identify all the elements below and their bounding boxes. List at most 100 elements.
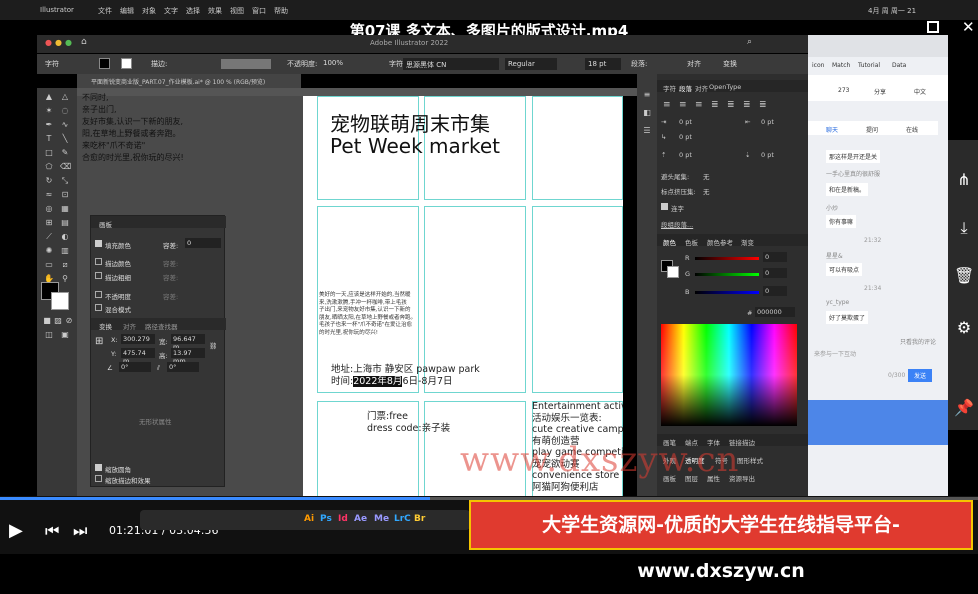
language-button[interactable]: 中文: [914, 87, 926, 96]
dresscode-text[interactable]: dress code:亲子装: [367, 420, 450, 434]
artboard-tool-icon[interactable]: ▭: [44, 260, 54, 270]
eraser-tool-icon[interactable]: ⌫: [60, 162, 71, 172]
gradient-tool-icon[interactable]: ▤: [60, 218, 70, 228]
download-icon[interactable]: ⤓: [954, 218, 974, 238]
promo-banner[interactable]: [808, 400, 948, 445]
tolerance-input[interactable]: 0: [185, 238, 221, 248]
tab-swatches[interactable]: 色板: [685, 237, 698, 247]
libraries-panel-icon[interactable]: ☰: [642, 126, 652, 136]
scale-tool-icon[interactable]: ⤡: [60, 176, 70, 186]
illustrator-dock-icon[interactable]: Ai: [304, 514, 314, 524]
properties-panel-icon[interactable]: ≡: [642, 90, 652, 100]
paintbrush-tool-icon[interactable]: ✎: [60, 148, 70, 158]
perspective-grid-icon[interactable]: ▦: [60, 204, 70, 214]
share-button[interactable]: 分享: [874, 87, 886, 96]
symbol-sprayer-icon[interactable]: ✺: [44, 246, 54, 256]
y-input[interactable]: 475.74 m: [121, 348, 155, 365]
curvature-tool-icon[interactable]: ∿: [60, 120, 70, 130]
search-icon[interactable]: ⌕: [747, 37, 752, 47]
intro-paragraph[interactable]: 美好的一天,应该是这样开始的,当然暖 来,洗漱漱腾,手冲一杯咖啡,带上毛孩 子出…: [319, 292, 459, 337]
tab-color-guide[interactable]: 颜色参考: [707, 237, 733, 247]
time-text[interactable]: 时间:2022年8月6日-8月7日: [331, 373, 453, 387]
shear-input[interactable]: 0°: [167, 362, 199, 372]
justify-right-icon[interactable]: ≣: [743, 100, 751, 110]
screen-mode-icon[interactable]: ▣: [60, 330, 70, 340]
pasteboard-text[interactable]: 不同时, 亲子出门, 友好市集,认识一下新的朋友, 阳,在草地上野餐或者奔跑。 …: [82, 92, 184, 164]
font-style-select[interactable]: Regular: [505, 58, 557, 70]
first-line-indent-input[interactable]: 0 pt: [679, 133, 692, 141]
browser-tab-match[interactable]: Match: [832, 62, 850, 69]
blend-tool-icon[interactable]: ◐: [60, 232, 70, 242]
stroke-width-checkbox[interactable]: [95, 272, 102, 279]
lasso-icon[interactable]: ◌: [60, 106, 70, 116]
lightroom-dock-icon[interactable]: LrC: [394, 514, 411, 524]
r-slider[interactable]: [695, 257, 759, 260]
tab-transform[interactable]: 变换: [99, 321, 112, 331]
draw-mode-icon[interactable]: ◫: [44, 330, 54, 340]
apple-menu-app[interactable]: Illustrator: [40, 6, 74, 14]
transform-link[interactable]: 变换: [723, 59, 737, 69]
previous-icon[interactable]: ⏮: [45, 521, 59, 541]
gradient-mode-icon[interactable]: ▨: [53, 316, 63, 326]
align-right-icon[interactable]: ≡: [695, 100, 703, 110]
aftereffects-dock-icon[interactable]: Ae: [354, 514, 367, 524]
play-icon[interactable]: ▶: [9, 520, 23, 541]
tab-align[interactable]: 对齐: [123, 321, 136, 331]
menu-file[interactable]: 文件: [98, 6, 112, 16]
font-size-input[interactable]: 18 pt: [585, 58, 621, 70]
title-cn[interactable]: 宠物联萌周末市集: [330, 108, 490, 137]
shaper-tool-icon[interactable]: ⬠: [44, 162, 54, 172]
shape-builder-icon[interactable]: ◎: [44, 204, 54, 214]
pen-tool-icon[interactable]: ✒: [44, 120, 54, 130]
paragraph-more-link[interactable]: 段组段落...: [661, 219, 693, 229]
stroke-color-box[interactable]: [51, 292, 69, 310]
browser-tab-icon[interactable]: icon: [812, 62, 824, 69]
menu-select[interactable]: 选择: [186, 6, 200, 16]
rotate-tool-icon[interactable]: ↻: [44, 176, 54, 186]
hyphen-checkbox[interactable]: [661, 203, 668, 210]
slice-tool-icon[interactable]: ⧄: [60, 260, 70, 270]
line-tool-icon[interactable]: ╲: [60, 134, 70, 144]
pin-icon[interactable]: 📌: [954, 398, 974, 418]
chat-input[interactable]: 来参与一下互动: [814, 349, 856, 358]
media-encoder-dock-icon[interactable]: Me: [374, 514, 389, 524]
chat-tab-chat[interactable]: 聊天: [826, 125, 838, 134]
hex-input[interactable]: 000000: [755, 307, 795, 317]
blend-checkbox[interactable]: [95, 304, 102, 311]
left-indent-input[interactable]: 0 pt: [679, 118, 692, 126]
fill-checkbox[interactable]: [95, 240, 102, 247]
free-transform-icon[interactable]: ⊡: [60, 190, 70, 200]
indesign-dock-icon[interactable]: Id: [338, 514, 348, 524]
stroke-profile[interactable]: [221, 59, 271, 69]
tab-paragraph[interactable]: 段落: [679, 83, 692, 93]
color-mode-icon[interactable]: ■: [42, 316, 52, 326]
g-slider[interactable]: [695, 273, 759, 276]
stroke-color-checkbox[interactable]: [95, 258, 102, 265]
justify-all-icon[interactable]: ≣: [759, 100, 767, 110]
title-en[interactable]: Pet Week market: [330, 134, 500, 158]
tab-color[interactable]: 颜色: [663, 237, 676, 247]
next-icon[interactable]: ⏭: [73, 521, 87, 541]
color-spectrum[interactable]: [661, 324, 797, 426]
eyedropper-icon[interactable]: ⟋: [44, 232, 54, 242]
fullscreen-icon[interactable]: [927, 21, 939, 33]
none-mode-icon[interactable]: ⊘: [64, 316, 74, 326]
justify-left-icon[interactable]: ≣: [711, 100, 719, 110]
menu-window[interactable]: 窗口: [252, 6, 266, 16]
share-icon[interactable]: ⋔: [954, 170, 974, 190]
align-center-icon[interactable]: ≡: [679, 100, 687, 110]
width-tool-icon[interactable]: ≈: [44, 190, 54, 200]
w-input[interactable]: 96.647 m: [171, 334, 205, 351]
photoshop-dock-icon[interactable]: Ps: [320, 514, 332, 524]
align-link[interactable]: 对齐: [687, 59, 701, 69]
delete-icon[interactable]: 🗑: [954, 266, 974, 286]
menu-edit[interactable]: 编辑: [120, 6, 134, 16]
browser-tab-tutorial[interactable]: Tutorial: [858, 62, 880, 69]
window-zoom-icon[interactable]: ●: [65, 38, 72, 47]
home-icon[interactable]: ⌂: [81, 37, 87, 47]
menu-object[interactable]: 对象: [142, 6, 156, 16]
send-button[interactable]: 发送: [908, 369, 933, 382]
tab-graphic-styles[interactable]: 图形样式: [737, 455, 763, 465]
tab-opentype[interactable]: OpenType: [709, 83, 741, 91]
tab-pathfinder[interactable]: 路径查找器: [145, 321, 178, 331]
